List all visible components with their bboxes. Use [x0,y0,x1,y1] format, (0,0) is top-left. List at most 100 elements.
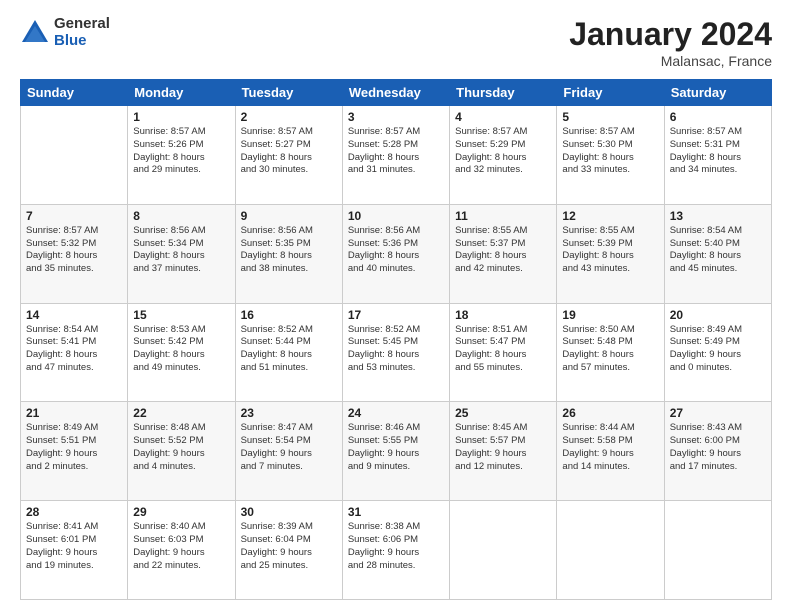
calendar-table: Sunday Monday Tuesday Wednesday Thursday… [20,79,772,600]
logo-text: General Blue [54,16,110,49]
day-info: Sunrise: 8:57 AMSunset: 5:27 PMDaylight:… [241,126,337,177]
day-info: Sunrise: 8:55 AMSunset: 5:39 PMDaylight:… [562,225,658,276]
day-info: Sunrise: 8:49 AMSunset: 5:51 PMDaylight:… [26,422,122,473]
day-number: 30 [241,505,337,519]
day-info: Sunrise: 8:55 AMSunset: 5:37 PMDaylight:… [455,225,551,276]
day-cell: 31 Sunrise: 8:38 AMSunset: 6:06 PMDayligh… [342,501,449,600]
day-info: Sunrise: 8:57 AMSunset: 5:32 PMDaylight:… [26,225,122,276]
day-info: Sunrise: 8:41 AMSunset: 6:01 PMDaylight:… [26,521,122,572]
day-number: 25 [455,406,551,420]
day-cell [450,501,557,600]
week-row-5: 28 Sunrise: 8:41 AMSunset: 6:01 PMDayligh… [21,501,772,600]
day-number: 22 [133,406,229,420]
col-monday: Monday [128,80,235,106]
day-cell: 9 Sunrise: 8:56 AMSunset: 5:35 PMDaylight… [235,204,342,303]
col-saturday: Saturday [664,80,771,106]
col-sunday: Sunday [21,80,128,106]
location-title: Malansac, France [569,53,772,69]
week-row-3: 14 Sunrise: 8:54 AMSunset: 5:41 PMDayligh… [21,303,772,402]
day-number: 7 [26,209,122,223]
title-section: January 2024 Malansac, France [569,16,772,69]
day-info: Sunrise: 8:57 AMSunset: 5:29 PMDaylight:… [455,126,551,177]
day-cell: 10Sunrise: 8:56 AMSunset: 5:36 PMDayligh… [342,204,449,303]
day-number: 29 [133,505,229,519]
day-cell: 2 Sunrise: 8:57 AMSunset: 5:27 PMDaylight… [235,106,342,205]
day-number: 27 [670,406,766,420]
day-number: 24 [348,406,444,420]
day-number: 5 [562,110,658,124]
col-wednesday: Wednesday [342,80,449,106]
day-cell: 20Sunrise: 8:49 AMSunset: 5:49 PMDayligh… [664,303,771,402]
day-info: Sunrise: 8:56 AMSunset: 5:35 PMDaylight:… [241,225,337,276]
day-number: 2 [241,110,337,124]
day-number: 3 [348,110,444,124]
day-cell: 1 Sunrise: 8:57 AMSunset: 5:26 PMDaylight… [128,106,235,205]
day-number: 8 [133,209,229,223]
col-thursday: Thursday [450,80,557,106]
day-cell: 22Sunrise: 8:48 AMSunset: 5:52 PMDayligh… [128,402,235,501]
day-cell: 18Sunrise: 8:51 AMSunset: 5:47 PMDayligh… [450,303,557,402]
day-cell: 6 Sunrise: 8:57 AMSunset: 5:31 PMDaylight… [664,106,771,205]
day-cell: 7 Sunrise: 8:57 AMSunset: 5:32 PMDaylight… [21,204,128,303]
day-cell: 29Sunrise: 8:40 AMSunset: 6:03 PMDayligh… [128,501,235,600]
day-cell: 13 Sunrise: 8:54 AMSunset: 5:40 PMDayligh… [664,204,771,303]
day-info: Sunrise: 8:45 AMSunset: 5:57 PMDaylight:… [455,422,551,473]
day-cell [557,501,664,600]
day-cell: 12Sunrise: 8:55 AMSunset: 5:39 PMDayligh… [557,204,664,303]
header: General Blue January 2024 Malansac, Fran… [20,16,772,69]
day-info: Sunrise: 8:56 AMSunset: 5:36 PMDaylight:… [348,225,444,276]
day-number: 13 [670,209,766,223]
day-number: 4 [455,110,551,124]
day-cell: 3Sunrise: 8:57 AMSunset: 5:28 PMDaylight… [342,106,449,205]
month-title: January 2024 [569,16,772,53]
logo-icon [20,18,50,48]
day-info: Sunrise: 8:50 AMSunset: 5:48 PMDaylight:… [562,324,658,375]
day-info: Sunrise: 8:57 AMSunset: 5:26 PMDaylight:… [133,126,229,177]
day-info: Sunrise: 8:52 AMSunset: 5:45 PMDaylight:… [348,324,444,375]
day-number: 17 [348,308,444,322]
day-number: 19 [562,308,658,322]
day-number: 16 [241,308,337,322]
day-number: 31 [348,505,444,519]
day-number: 6 [670,110,766,124]
week-row-4: 21 Sunrise: 8:49 AMSunset: 5:51 PMDayligh… [21,402,772,501]
day-info: Sunrise: 8:51 AMSunset: 5:47 PMDaylight:… [455,324,551,375]
day-number: 1 [133,110,229,124]
day-cell: 26 Sunrise: 8:44 AMSunset: 5:58 PMDayligh… [557,402,664,501]
day-cell: 16Sunrise: 8:52 AMSunset: 5:44 PMDayligh… [235,303,342,402]
day-cell: 11Sunrise: 8:55 AMSunset: 5:37 PMDayligh… [450,204,557,303]
day-info: Sunrise: 8:46 AMSunset: 5:55 PMDaylight:… [348,422,444,473]
day-cell [21,106,128,205]
day-info: Sunrise: 8:57 AMSunset: 5:30 PMDaylight:… [562,126,658,177]
day-cell: 8 Sunrise: 8:56 AMSunset: 5:34 PMDaylight… [128,204,235,303]
day-info: Sunrise: 8:54 AMSunset: 5:41 PMDaylight:… [26,324,122,375]
day-number: 9 [241,209,337,223]
day-cell: 30 Sunrise: 8:39 AMSunset: 6:04 PMDayligh… [235,501,342,600]
day-number: 21 [26,406,122,420]
day-cell: 28 Sunrise: 8:41 AMSunset: 6:01 PMDayligh… [21,501,128,600]
day-cell: 17 Sunrise: 8:52 AMSunset: 5:45 PMDayligh… [342,303,449,402]
col-friday: Friday [557,80,664,106]
logo: General Blue [20,16,110,49]
day-info: Sunrise: 8:39 AMSunset: 6:04 PMDaylight:… [241,521,337,572]
day-cell: 14 Sunrise: 8:54 AMSunset: 5:41 PMDayligh… [21,303,128,402]
day-cell: 24 Sunrise: 8:46 AMSunset: 5:55 PMDayligh… [342,402,449,501]
day-number: 28 [26,505,122,519]
day-info: Sunrise: 8:53 AMSunset: 5:42 PMDaylight:… [133,324,229,375]
day-cell [664,501,771,600]
day-cell: 19 Sunrise: 8:50 AMSunset: 5:48 PMDayligh… [557,303,664,402]
day-number: 20 [670,308,766,322]
day-info: Sunrise: 8:38 AMSunset: 6:06 PMDaylight:… [348,521,444,572]
day-info: Sunrise: 8:44 AMSunset: 5:58 PMDaylight:… [562,422,658,473]
day-info: Sunrise: 8:56 AMSunset: 5:34 PMDaylight:… [133,225,229,276]
day-info: Sunrise: 8:54 AMSunset: 5:40 PMDaylight:… [670,225,766,276]
day-info: Sunrise: 8:57 AMSunset: 5:31 PMDaylight:… [670,126,766,177]
logo-blue-label: Blue [54,33,110,50]
day-cell: 21 Sunrise: 8:49 AMSunset: 5:51 PMDayligh… [21,402,128,501]
day-cell: 4 Sunrise: 8:57 AMSunset: 5:29 PMDaylight… [450,106,557,205]
day-cell: 15Sunrise: 8:53 AMSunset: 5:42 PMDayligh… [128,303,235,402]
day-cell: 23Sunrise: 8:47 AMSunset: 5:54 PMDayligh… [235,402,342,501]
day-cell: 5 Sunrise: 8:57 AMSunset: 5:30 PMDaylight… [557,106,664,205]
day-number: 14 [26,308,122,322]
day-number: 26 [562,406,658,420]
